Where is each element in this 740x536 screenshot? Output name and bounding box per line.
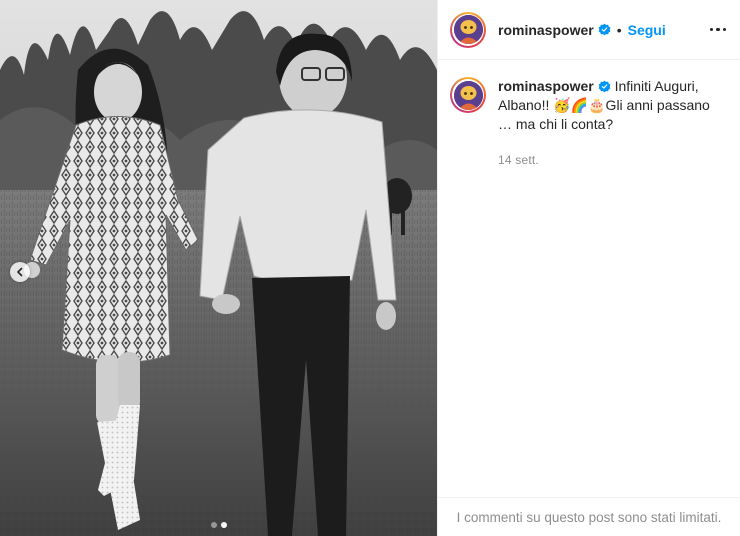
post-photo-image [0,0,437,536]
author-username[interactable]: rominaspower [498,22,594,38]
follow-button[interactable]: Segui [628,22,666,38]
verified-badge-icon [598,80,611,93]
caption-author-avatar[interactable] [450,77,486,113]
caption-username[interactable]: rominaspower [498,78,594,94]
more-options-icon[interactable] [709,27,726,32]
comments-limited-notice: I commenti su questo post sono stati lim… [438,497,740,536]
avatar-image [453,80,483,110]
post-photo [0,0,437,536]
header-separator: • [616,21,622,38]
post-caption: rominaspower Infiniti Auguri, Albano!! 🥳… [438,60,740,170]
post-timestamp[interactable]: 14 sett. [498,151,726,170]
post-header: rominaspower • Segui [438,0,740,60]
carousel-prev-button[interactable] [10,262,30,282]
caption-body: rominaspower Infiniti Auguri, Albano!! 🥳… [498,77,726,170]
carousel-indicator [0,522,437,528]
post-side-panel: rominaspower • Segui rominaspower Infini… [437,0,740,536]
carousel-dot-active [220,522,227,528]
verified-badge-icon [598,23,611,36]
author-avatar[interactable] [450,11,486,48]
carousel-dot [210,522,217,528]
avatar-image [453,15,483,44]
chevron-left-icon [17,267,23,277]
instagram-post: rominaspower • Segui rominaspower Infini… [0,0,740,536]
